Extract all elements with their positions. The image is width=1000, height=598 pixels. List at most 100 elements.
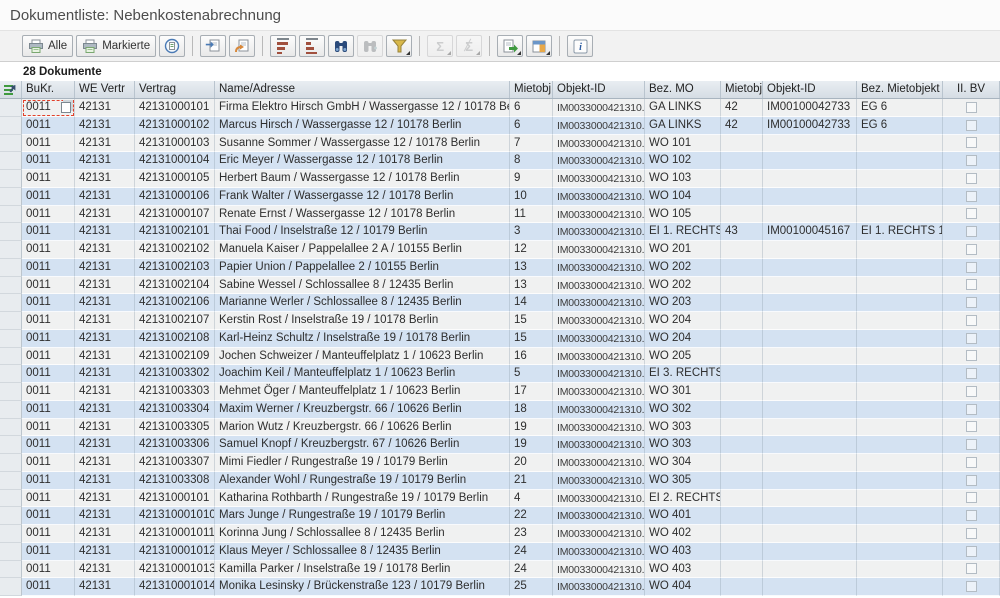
cell-bukr[interactable]: 0011 [22, 365, 75, 383]
cell-objekt_id1[interactable]: IM0033000421310... [553, 117, 645, 135]
cell-objekt_id2[interactable] [763, 241, 857, 259]
row-select-button[interactable] [0, 277, 22, 295]
cell-mietobj1[interactable]: 11 [510, 206, 553, 224]
cell-mietobj2[interactable] [721, 490, 763, 508]
cell-objekt_id2[interactable] [763, 507, 857, 525]
cell-bukr[interactable]: 0011 [22, 525, 75, 543]
cell-bez_mietobjekt[interactable] [857, 348, 943, 366]
cell-objekt_id2[interactable] [763, 330, 857, 348]
cell-bukr[interactable]: 0011 [22, 543, 75, 561]
cell-objekt_id2[interactable] [763, 294, 857, 312]
cell-objekt_id2[interactable] [763, 259, 857, 277]
row-select-button[interactable] [0, 312, 22, 330]
row-select-button[interactable] [0, 436, 22, 454]
cell-mietobj2[interactable] [721, 543, 763, 561]
cell-bez_mietobjekt[interactable] [857, 135, 943, 153]
cell-objekt_id1[interactable]: IM0033000421310... [553, 525, 645, 543]
cell-name[interactable]: Karl-Heinz Schultz / Inselstraße 19 / 10… [215, 330, 510, 348]
cell-objekt_id2[interactable] [763, 365, 857, 383]
cell-objekt_id2[interactable]: IM00100042733 [763, 117, 857, 135]
cell-objekt_id2[interactable] [763, 525, 857, 543]
cell-objekt_id2[interactable]: IM00100045167 [763, 223, 857, 241]
cell-name[interactable]: Mehmet Öger / Manteuffelplatz 1 / 10623 … [215, 383, 510, 401]
cell-we_vertr[interactable]: 42131 [75, 472, 135, 490]
iibv-checkbox[interactable] [966, 137, 977, 148]
cell-name[interactable]: Maxim Werner / Kreuzbergstr. 66 / 10626 … [215, 401, 510, 419]
cell-mietobj1[interactable]: 10 [510, 188, 553, 206]
cell-mietobj2[interactable] [721, 348, 763, 366]
cell-vertrag[interactable]: 42131003303 [135, 383, 215, 401]
row-select-button[interactable] [0, 578, 22, 596]
cell-objekt_id1[interactable]: IM0033000421310... [553, 436, 645, 454]
cell-vertrag[interactable]: 42131000106 [135, 188, 215, 206]
iibv-checkbox[interactable] [966, 475, 977, 486]
col-header-ii_bv[interactable]: II. BV [943, 81, 1000, 98]
iibv-checkbox[interactable] [966, 439, 977, 450]
iibv-checkbox[interactable] [966, 279, 977, 290]
col-header-bez_mo[interactable]: Bez. MO [645, 81, 721, 98]
cell-bez_mietobjekt[interactable] [857, 490, 943, 508]
cell-name[interactable]: Eric Meyer / Wassergasse 12 / 10178 Berl… [215, 152, 510, 170]
cell-mietobj2[interactable] [721, 241, 763, 259]
sort-descending-button[interactable] [299, 35, 325, 57]
row-select-button[interactable] [0, 170, 22, 188]
cell-bez_mietobjekt[interactable]: EG 6 [857, 99, 943, 117]
cell-bez_mo[interactable]: WO 402 [645, 525, 721, 543]
cell-bez_mietobjekt[interactable] [857, 578, 943, 596]
cell-we_vertr[interactable]: 42131 [75, 330, 135, 348]
cell-bez_mietobjekt[interactable] [857, 561, 943, 579]
cell-mietobj2[interactable] [721, 454, 763, 472]
cell-bez_mietobjekt[interactable] [857, 419, 943, 437]
cell-bez_mo[interactable]: WO 301 [645, 383, 721, 401]
cell-objekt_id2[interactable] [763, 490, 857, 508]
cell-objekt_id1[interactable]: IM0033000421310... [553, 170, 645, 188]
iibv-checkbox[interactable] [966, 492, 977, 503]
iibv-checkbox[interactable] [966, 297, 977, 308]
choose-layout-button[interactable] [526, 35, 552, 57]
cell-mietobj2[interactable] [721, 365, 763, 383]
iibv-checkbox[interactable] [966, 191, 977, 202]
cell-we_vertr[interactable]: 42131 [75, 170, 135, 188]
iibv-checkbox[interactable] [966, 244, 977, 255]
cell-we_vertr[interactable]: 42131 [75, 543, 135, 561]
cell-objekt_id1[interactable]: IM0033000421310... [553, 241, 645, 259]
col-header-bez_mietobjekt[interactable]: Bez. Mietobjekt [857, 81, 943, 98]
cell-bukr[interactable]: 0011 [22, 454, 75, 472]
cell-mietobj2[interactable] [721, 561, 763, 579]
cell-bez_mo[interactable]: WO 102 [645, 152, 721, 170]
cell-mietobj2[interactable] [721, 312, 763, 330]
cell-bez_mietobjekt[interactable] [857, 472, 943, 490]
iibv-checkbox[interactable] [966, 404, 977, 415]
cell-we_vertr[interactable]: 42131 [75, 312, 135, 330]
cell-bez_mo[interactable]: WO 404 [645, 578, 721, 596]
cell-we_vertr[interactable]: 42131 [75, 383, 135, 401]
cell-mietobj1[interactable]: 21 [510, 472, 553, 490]
cell-mietobj1[interactable]: 6 [510, 99, 553, 117]
iibv-checkbox[interactable] [966, 510, 977, 521]
cell-bez_mietobjekt[interactable] [857, 312, 943, 330]
display-detail-button[interactable] [200, 35, 226, 57]
cell-bez_mo[interactable]: WO 101 [645, 135, 721, 153]
cell-mietobj2[interactable] [721, 188, 763, 206]
select-all-button[interactable] [0, 81, 22, 98]
cell-mietobj1[interactable]: 4 [510, 490, 553, 508]
cell-vertrag[interactable]: 42131000103 [135, 135, 215, 153]
cell-objekt_id2[interactable] [763, 383, 857, 401]
cell-objekt_id1[interactable]: IM0033000421310... [553, 383, 645, 401]
cell-bukr[interactable]: 0011 [22, 472, 75, 490]
cell-bez_mo[interactable]: WO 303 [645, 436, 721, 454]
cell-objekt_id2[interactable] [763, 561, 857, 579]
cell-vertrag[interactable]: 42131002109 [135, 348, 215, 366]
cell-objekt_id1[interactable]: IM0033000421310... [553, 294, 645, 312]
cell-bez_mietobjekt[interactable] [857, 294, 943, 312]
cell-mietobj2[interactable] [721, 277, 763, 295]
cell-bukr[interactable]: 0011 [22, 578, 75, 596]
iibv-checkbox[interactable] [966, 563, 977, 574]
row-select-button[interactable] [0, 294, 22, 312]
cell-bukr[interactable]: 0011 [22, 312, 75, 330]
iibv-checkbox[interactable] [966, 102, 977, 113]
cell-objekt_id1[interactable]: IM0033000421310... [553, 543, 645, 561]
cell-name[interactable]: Firma Elektro Hirsch GmbH / Wassergasse … [215, 99, 510, 117]
iibv-checkbox[interactable] [966, 173, 977, 184]
cell-bez_mo[interactable]: WO 203 [645, 294, 721, 312]
